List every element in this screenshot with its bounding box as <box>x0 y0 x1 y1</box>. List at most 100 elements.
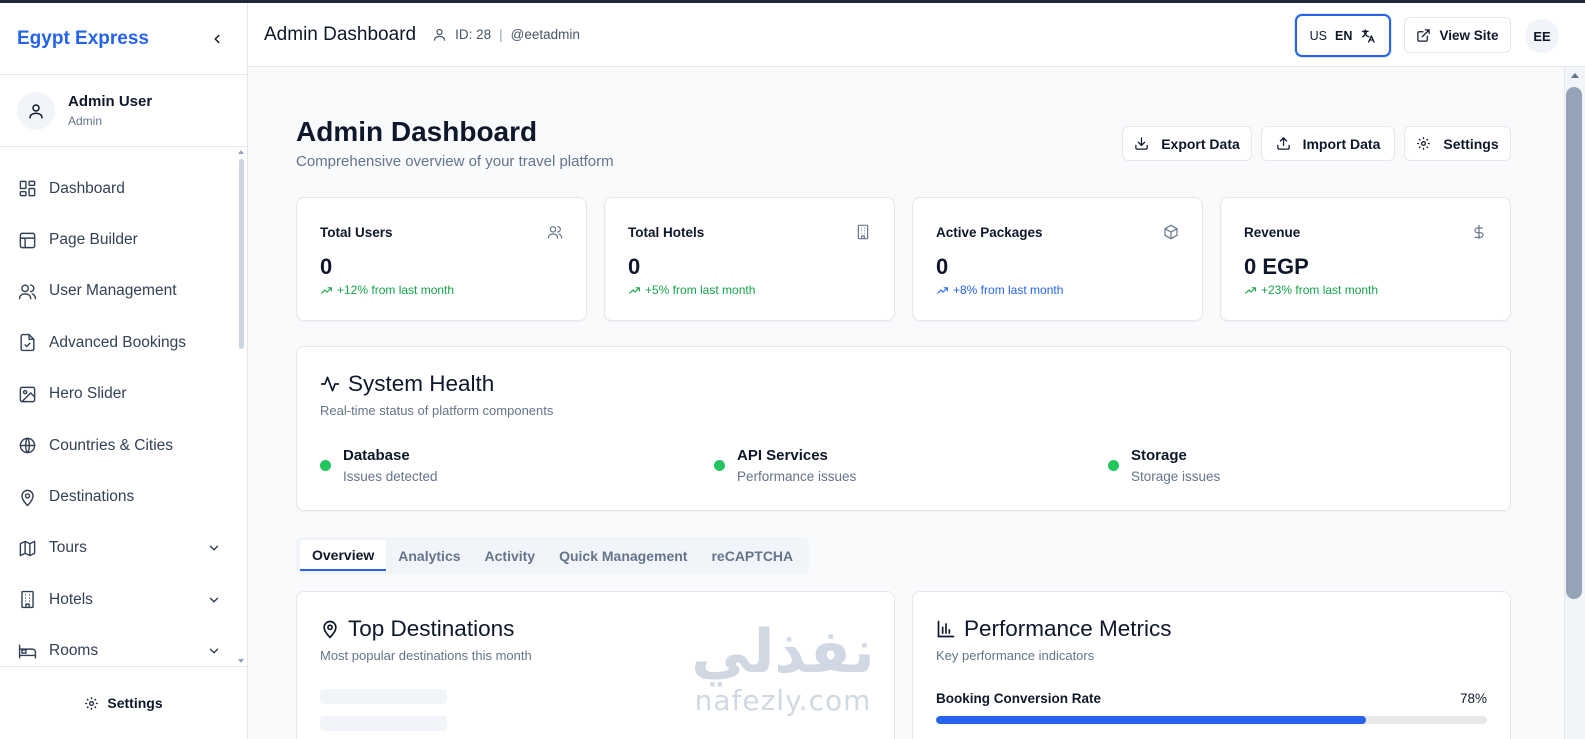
main-scrollbar[interactable] <box>1564 67 1585 739</box>
stat-delta: +23% from last month <box>1244 283 1378 297</box>
stat-card-active-packages: Active Packages 0 +8% from last month <box>912 197 1203 321</box>
stat-delta: +8% from last month <box>936 283 1063 297</box>
sidebar-item-advanced-bookings[interactable]: Advanced Bookings <box>0 317 247 368</box>
trending-up-icon <box>629 286 640 294</box>
stat-delta-text: +8% from last month <box>953 283 1064 297</box>
sidebar-header: Egypt Express <box>0 3 247 75</box>
language-flag: US <box>1309 28 1327 43</box>
import-data-button[interactable]: Import Data <box>1261 126 1395 161</box>
stat-value: 0 <box>320 254 333 279</box>
sidebar-item-label: Tours <box>49 539 87 557</box>
tab-activity[interactable]: Activity <box>473 540 548 571</box>
language-switcher-button[interactable]: US EN <box>1295 14 1391 57</box>
tab-recaptcha[interactable]: reCAPTCHA <box>699 540 805 571</box>
brand-logo-text[interactable]: Egypt Express <box>17 28 149 50</box>
header-user-id: ID: 28 <box>455 27 492 42</box>
gear-icon <box>85 696 99 710</box>
download-icon <box>1135 137 1148 150</box>
sidebar-item-destinations[interactable]: Destinations <box>0 471 247 522</box>
import-data-label: Import Data <box>1302 135 1381 152</box>
stat-value: 0 <box>628 254 641 279</box>
watermark-latin: nafezly.com <box>694 684 872 717</box>
sidebar-item-label: Advanced Bookings <box>49 333 187 351</box>
health-item-name: Database <box>343 447 410 464</box>
sidebar-item-label: Countries & Cities <box>49 436 174 454</box>
top-destinations-title-text: Top Destinations <box>348 616 515 641</box>
image-icon <box>19 386 36 403</box>
building-icon <box>857 224 869 240</box>
avatar <box>17 91 55 130</box>
globe-icon <box>19 437 36 454</box>
collapse-sidebar-button[interactable] <box>205 27 229 51</box>
stat-delta: +12% from last month <box>320 283 454 297</box>
user-icon <box>29 103 43 118</box>
loading-skeleton <box>320 689 447 704</box>
map-pin-icon <box>21 489 34 506</box>
sidebar-item-dashboard[interactable]: Dashboard <box>0 163 247 214</box>
top-header: Admin Dashboard ID: 28 | @eetadmin US EN… <box>248 3 1585 67</box>
activity-icon <box>320 376 340 392</box>
trending-up-icon <box>1245 286 1256 294</box>
package-icon <box>1164 224 1178 240</box>
chevron-down-icon <box>209 648 219 654</box>
health-item-name: Storage <box>1131 447 1187 464</box>
tab-analytics[interactable]: Analytics <box>386 540 472 571</box>
map-icon <box>19 540 36 557</box>
header-title: Admin Dashboard <box>264 23 417 45</box>
sidebar-scroll-down-arrow[interactable] <box>238 659 244 663</box>
users-icon <box>547 226 563 239</box>
system-health-title-text: System Health <box>348 371 495 396</box>
stat-delta-text: +5% from last month <box>645 283 756 297</box>
system-health-subtitle: Real-time status of platform components <box>320 403 554 418</box>
sidebar-item-rooms[interactable]: Rooms <box>0 626 247 666</box>
stat-delta-text: +23% from last month <box>1261 283 1379 297</box>
chevron-down-icon <box>209 545 219 552</box>
main-scrollbar-thumb[interactable] <box>1566 87 1582 599</box>
status-dot <box>320 460 331 471</box>
metric-label: Booking Conversion Rate <box>936 691 1102 706</box>
sidebar-scroll-up-arrow[interactable] <box>238 150 244 154</box>
view-site-button[interactable]: View Site <box>1404 17 1511 53</box>
sidebar-item-hero-slider[interactable]: Hero Slider <box>0 369 247 420</box>
stat-label: Active Packages <box>936 225 1043 240</box>
sidebar-item-label: Hotels <box>49 590 93 608</box>
sidebar-scrollbar[interactable] <box>239 159 244 349</box>
health-item-database: Database Issues detected <box>320 447 438 484</box>
gear-icon <box>1417 137 1431 150</box>
layout-icon <box>19 232 36 248</box>
header-username: @eetadmin <box>510 27 580 42</box>
stat-delta: +5% from last month <box>628 283 755 297</box>
sidebar-item-tours[interactable]: Tours <box>0 523 247 574</box>
user-role: Admin <box>68 114 103 128</box>
settings-button[interactable]: Settings <box>1404 126 1511 161</box>
chevron-down-icon <box>209 597 219 603</box>
stat-value: 0 EGP <box>1244 254 1309 279</box>
sidebar-item-page-builder[interactable]: Page Builder <box>0 214 247 265</box>
dashboard-tabs: Overview Analytics Activity Quick Manage… <box>296 537 810 574</box>
watermark-arabic: نفذلي <box>691 617 875 687</box>
building-icon <box>21 591 34 609</box>
sidebar-item-countries-cities[interactable]: Countries & Cities <box>0 420 247 471</box>
status-dot <box>714 460 725 471</box>
stat-label: Total Hotels <box>628 225 705 240</box>
performance-metrics-subtitle: Key performance indicators <box>936 648 1095 663</box>
language-code: EN <box>1335 28 1353 43</box>
user-icon <box>433 28 446 41</box>
tab-overview[interactable]: Overview <box>300 540 387 571</box>
export-data-label: Export Data <box>1161 135 1240 152</box>
sidebar-item-user-management[interactable]: User Management <box>0 266 247 317</box>
tab-quick-management[interactable]: Quick Management <box>547 540 699 571</box>
page-subtitle: Comprehensive overview of your travel pl… <box>296 153 614 170</box>
export-data-button[interactable]: Export Data <box>1122 126 1252 161</box>
sidebar-settings-button[interactable]: Settings <box>0 666 247 739</box>
view-site-label: View Site <box>1439 27 1499 43</box>
file-check-icon <box>20 334 35 352</box>
performance-metrics-card: Performance Metrics Key performance indi… <box>912 591 1511 739</box>
user-avatar-button[interactable]: EE <box>1525 19 1559 53</box>
sidebar-item-label: User Management <box>49 282 177 300</box>
upload-icon <box>1276 137 1290 150</box>
watermark: نفذلي nafezly.com <box>688 622 878 717</box>
sidebar-item-hotels[interactable]: Hotels <box>0 574 247 625</box>
health-item-storage: Storage Storage issues <box>1108 447 1220 484</box>
main-scroll-up-arrow[interactable] <box>1571 73 1579 78</box>
